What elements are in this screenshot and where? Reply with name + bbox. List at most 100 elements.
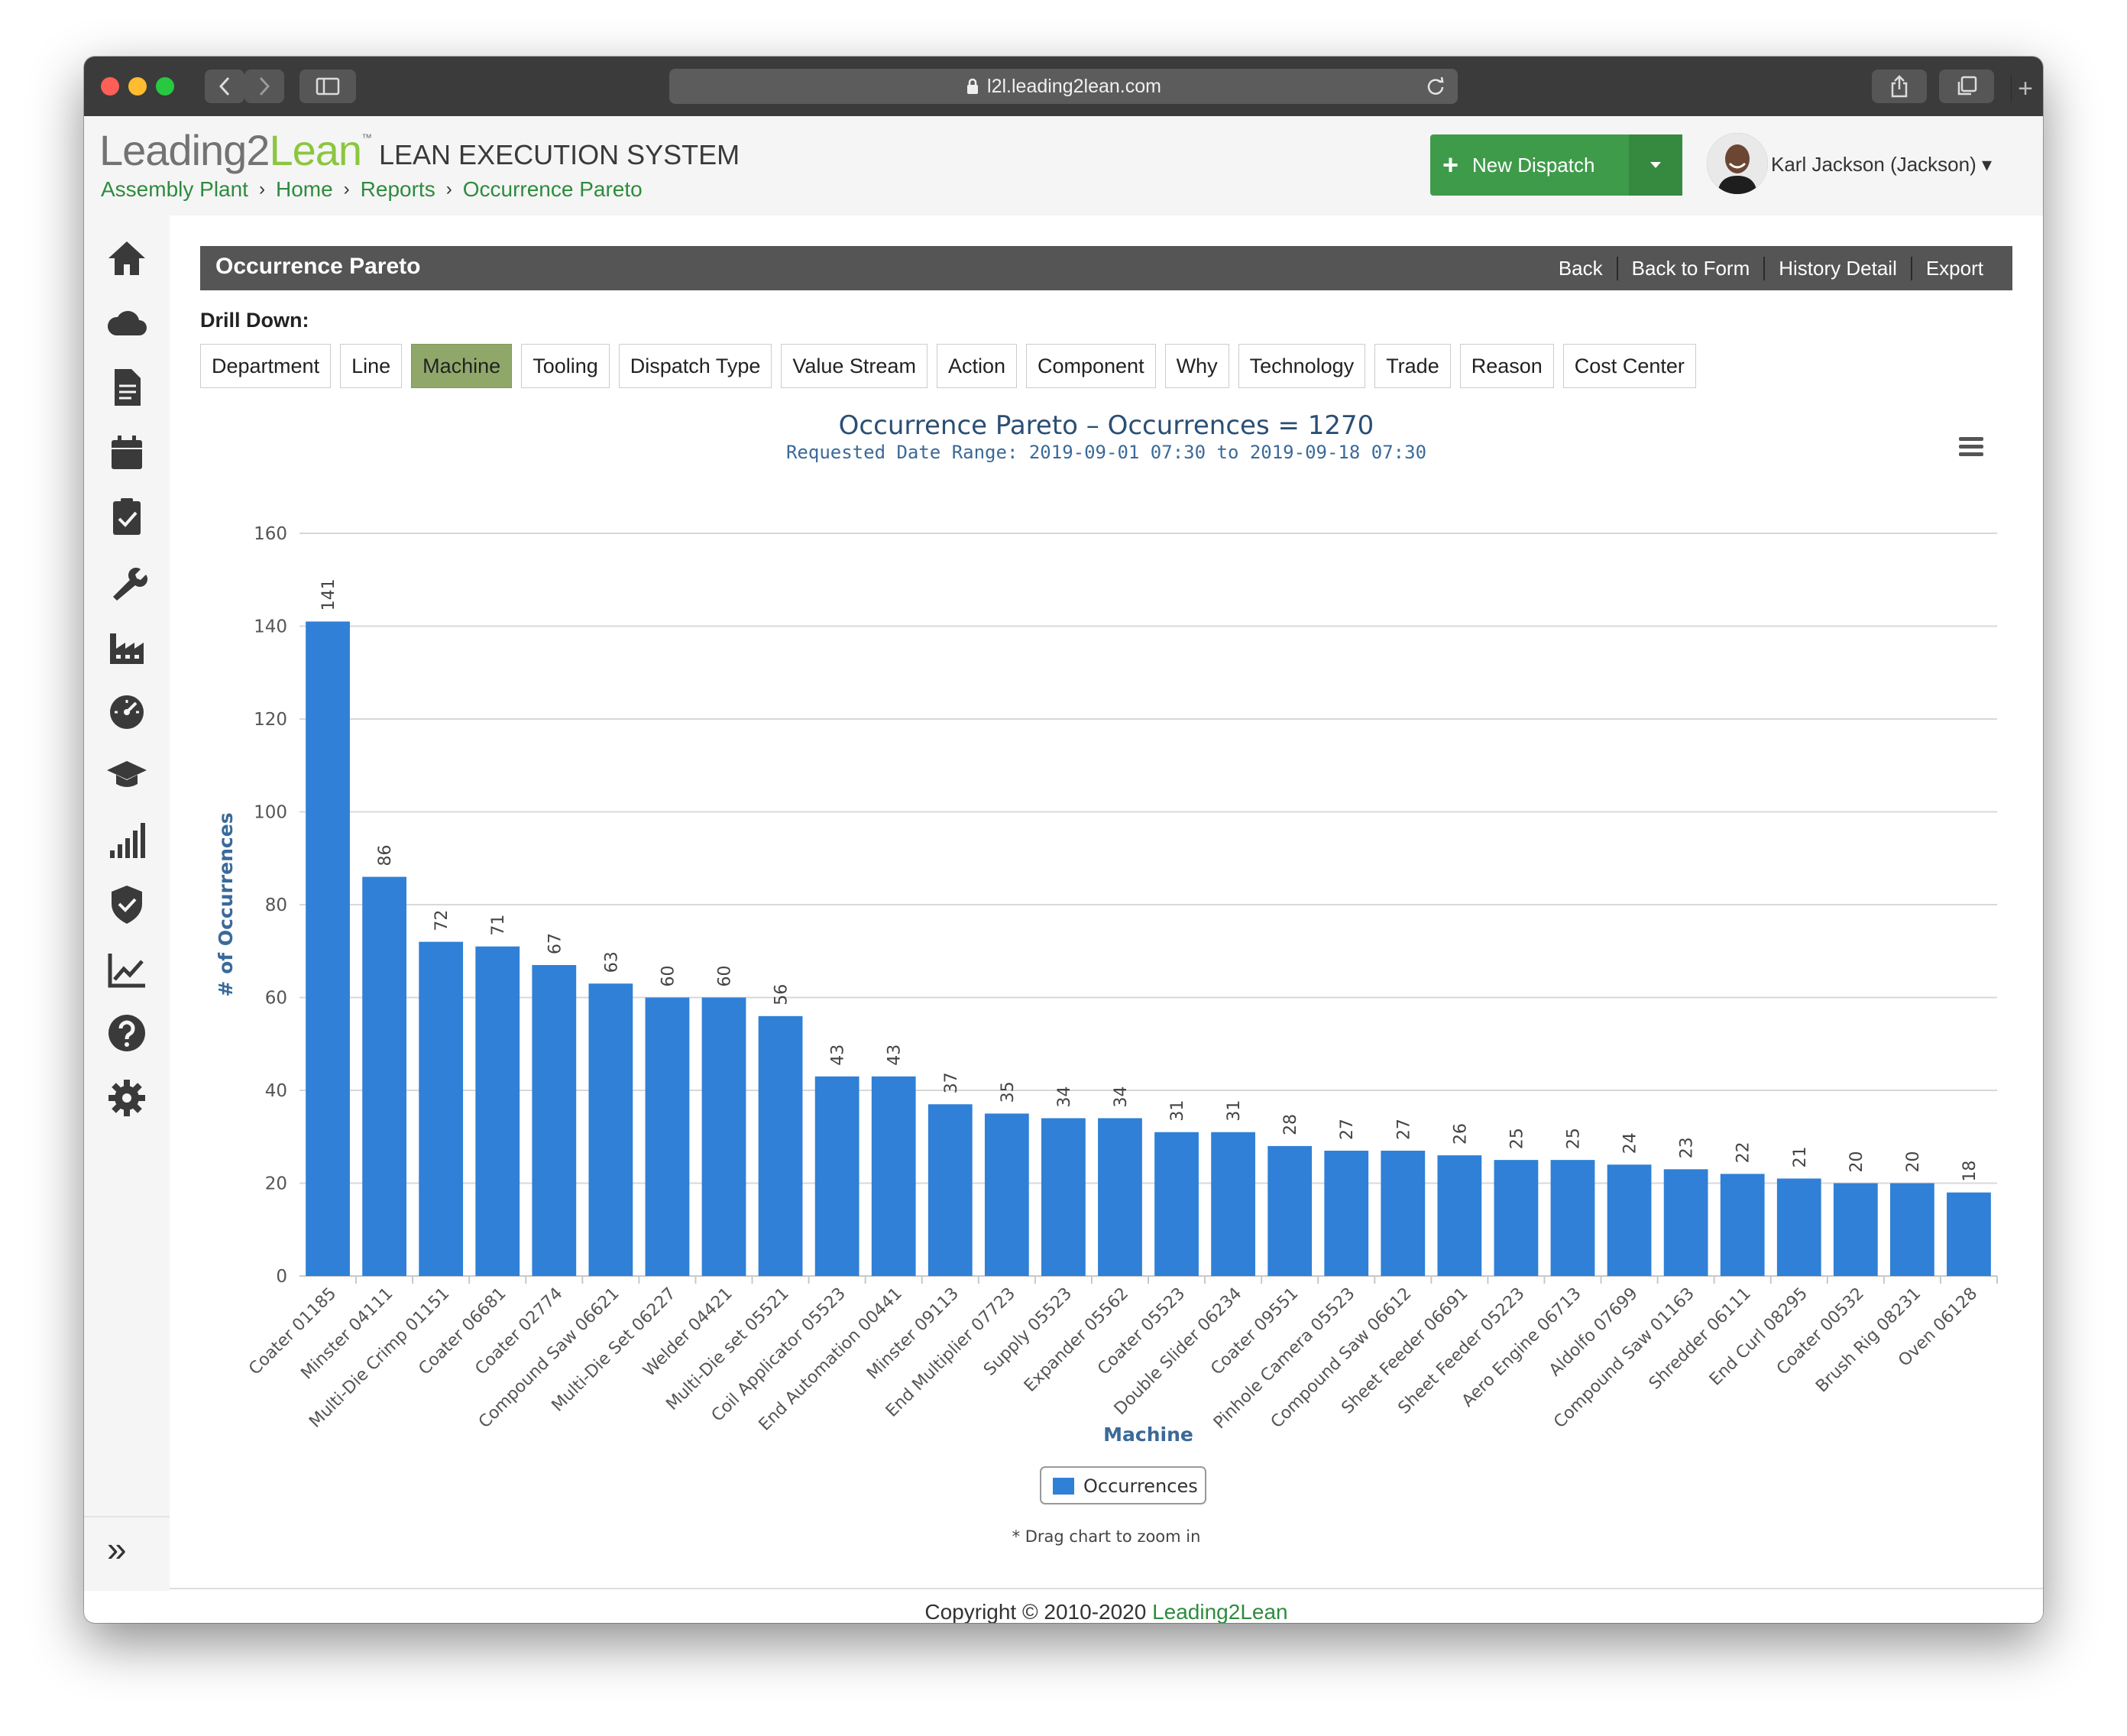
bar-17 — [1211, 1132, 1255, 1276]
close-window-button[interactable] — [101, 77, 119, 96]
export-link[interactable]: Export — [1910, 257, 1997, 280]
hamburger-menu-icon[interactable] — [1959, 437, 1983, 456]
new-dispatch-dropdown-button[interactable] — [1629, 134, 1682, 196]
report-header-bar: Occurrence Pareto Back Back to Form Hist… — [200, 246, 2012, 290]
brand-logo[interactable]: Leading2Lean™ — [99, 125, 372, 175]
bar-value-label: 43 — [829, 1045, 848, 1066]
factory-icon[interactable] — [104, 623, 150, 669]
back-to-form-link[interactable]: Back to Form — [1616, 257, 1764, 280]
breadcrumb-separator-icon: › — [445, 179, 452, 199]
bar-14 — [1041, 1118, 1086, 1276]
calendar-icon[interactable] — [104, 429, 150, 475]
expand-sidebar-icon[interactable]: » — [107, 1531, 127, 1566]
breadcrumb-occurrence-pareto[interactable]: Occurrence Pareto — [463, 177, 643, 202]
address-bar[interactable]: l2l.leading2lean.com — [669, 69, 1458, 104]
bar-value-label: 20 — [1847, 1151, 1866, 1173]
bar-15 — [1098, 1118, 1142, 1276]
drill-button-dispatch-type[interactable]: Dispatch Type — [618, 344, 772, 388]
y-tick-label: 120 — [254, 710, 287, 730]
drill-button-trade[interactable]: Trade — [1374, 344, 1451, 388]
bar-11 — [871, 1076, 916, 1276]
bar-4 — [475, 946, 520, 1276]
user-menu[interactable]: Karl Jackson (Jackson) ▾ — [1771, 153, 1992, 177]
bar-30 — [1947, 1192, 1991, 1276]
dashboard-gauge-icon[interactable] — [104, 688, 150, 734]
drill-button-machine[interactable]: Machine — [411, 344, 513, 388]
zoom-hint: * Drag chart to zoom in — [1012, 1527, 1201, 1546]
drill-button-value-stream[interactable]: Value Stream — [781, 344, 928, 388]
maximize-window-button[interactable] — [156, 77, 174, 96]
logo-text-accent: Lean — [269, 126, 362, 174]
drill-button-why[interactable]: Why — [1164, 344, 1229, 388]
page-title: Occurrence Pareto — [215, 254, 421, 279]
bar-7 — [645, 997, 690, 1276]
back-link[interactable]: Back — [1545, 257, 1617, 280]
breadcrumb-reports[interactable]: Reports — [361, 177, 435, 202]
drill-button-reason[interactable]: Reason — [1459, 344, 1554, 388]
drill-button-tooling[interactable]: Tooling — [521, 344, 610, 388]
bar-value-label: 24 — [1621, 1132, 1640, 1154]
legend-label: Occurrences — [1083, 1475, 1198, 1497]
x-tick-label: Expander 05562 — [1021, 1284, 1132, 1396]
bar-24 — [1607, 1164, 1652, 1276]
new-dispatch-label: New Dispatch — [1472, 153, 1595, 177]
footer-brand-link[interactable]: Leading2Lean — [1152, 1600, 1288, 1623]
reload-icon[interactable] — [1426, 76, 1446, 96]
caret-down-icon — [1650, 162, 1661, 168]
chevron-left-icon — [219, 76, 230, 96]
bar-value-label: 18 — [1960, 1161, 1980, 1182]
share-button[interactable] — [1872, 70, 1927, 103]
chevron-down-icon: ▾ — [1982, 153, 1993, 176]
bar-18 — [1267, 1145, 1313, 1276]
home-icon[interactable] — [104, 235, 150, 281]
signal-bars-icon[interactable] — [104, 817, 150, 863]
drill-button-component[interactable]: Component — [1025, 344, 1156, 388]
bar-22 — [1494, 1160, 1539, 1276]
chart-svg[interactable]: Occurrence Pareto – Occurrences = 1270Re… — [200, 402, 2012, 1594]
y-tick-label: 40 — [265, 1081, 287, 1101]
line-chart-icon[interactable] — [104, 946, 150, 992]
drill-button-department[interactable]: Department — [200, 344, 332, 388]
sidebar-nav: » — [84, 215, 171, 1591]
breadcrumb-assembly-plant[interactable]: Assembly Plant — [101, 177, 248, 202]
bar-value-label: 31 — [1168, 1100, 1187, 1122]
bar-value-label: 43 — [885, 1045, 905, 1066]
help-icon[interactable] — [104, 1010, 150, 1056]
shield-check-icon[interactable] — [104, 881, 150, 927]
gear-icon[interactable] — [104, 1075, 150, 1121]
lock-icon — [967, 78, 979, 94]
graduation-cap-icon[interactable] — [104, 752, 150, 798]
new-tab-button[interactable]: + — [2011, 74, 2039, 103]
new-dispatch-button[interactable]: + New Dispatch — [1430, 134, 1682, 196]
bar-25 — [1663, 1169, 1708, 1276]
minimize-window-button[interactable] — [128, 77, 147, 96]
drill-button-action[interactable]: Action — [936, 344, 1017, 388]
document-icon[interactable] — [104, 364, 150, 410]
back-nav-button[interactable] — [205, 70, 244, 103]
y-tick-label: 160 — [254, 524, 287, 544]
forward-nav-button[interactable] — [244, 70, 284, 103]
bar-value-label: 60 — [659, 966, 678, 987]
bar-value-label: 27 — [1338, 1119, 1357, 1140]
bar-2 — [362, 876, 406, 1276]
sidebar-toggle-button[interactable] — [299, 70, 356, 103]
bar-value-label: 141 — [319, 578, 338, 611]
history-detail-link[interactable]: History Detail — [1763, 257, 1911, 280]
tabs-overview-button[interactable] — [1939, 70, 1994, 103]
drill-button-line[interactable]: Line — [340, 344, 403, 388]
drill-button-cost-center[interactable]: Cost Center — [1562, 344, 1696, 388]
bar-value-label: 31 — [1225, 1100, 1244, 1122]
avatar[interactable] — [1707, 133, 1768, 194]
breadcrumb-home[interactable]: Home — [276, 177, 333, 202]
cloud-icon[interactable] — [104, 300, 150, 346]
bar-10 — [814, 1076, 860, 1276]
clipboard-check-icon[interactable] — [104, 494, 150, 539]
pareto-chart[interactable]: Occurrence Pareto – Occurrences = 1270 Re… — [200, 402, 2012, 1594]
bar-value-label: 28 — [1281, 1114, 1300, 1135]
drill-button-technology[interactable]: Technology — [1238, 344, 1366, 388]
bar-29 — [1890, 1183, 1934, 1276]
wrench-icon[interactable] — [104, 559, 150, 604]
bar-1 — [306, 621, 350, 1276]
x-tick-label: Brush Rig 08231 — [1812, 1284, 1925, 1397]
report-actions: Back Back to Form History Detail Export — [1545, 257, 1997, 280]
